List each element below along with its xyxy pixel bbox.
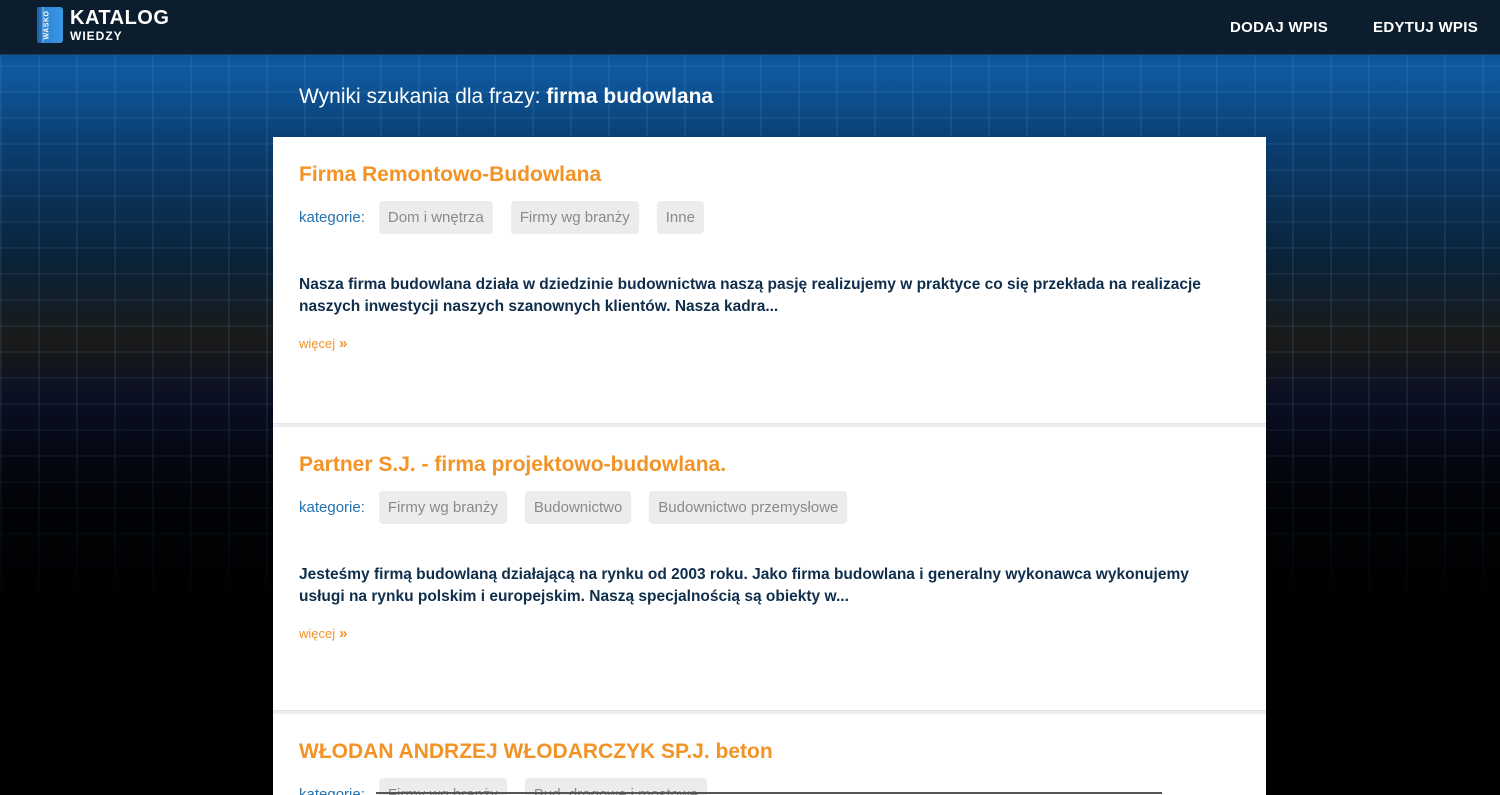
- category-chip[interactable]: Firmy wg branży: [510, 201, 639, 234]
- more-link[interactable]: więcej »: [299, 336, 347, 351]
- category-chip[interactable]: Dom i wnętrza: [378, 201, 493, 234]
- logo-line1: KATALOG: [70, 7, 170, 29]
- more-label: więcej: [299, 626, 336, 641]
- result-description: Nasza firma budowlana działa w dziedzini…: [299, 276, 1201, 315]
- category-list: kategorie: Firmy wg branży Budownictwo B…: [299, 491, 1240, 524]
- double-chevron-right-icon: »: [339, 625, 348, 642]
- more-label: więcej: [299, 336, 336, 351]
- result-description: Jesteśmy firmą budowlaną działającą na r…: [299, 566, 1189, 605]
- result-card: Firma Remontowo-Budowlana kategorie: Dom…: [273, 137, 1266, 424]
- category-chip[interactable]: Budownictwo przemysłowe: [649, 491, 848, 524]
- logo-text: KATALOG WIEDZY: [70, 8, 169, 42]
- categories-label: kategorie:: [299, 499, 365, 516]
- site-logo[interactable]: WASKO KATALOG WIEDZY: [37, 6, 169, 44]
- more-link[interactable]: więcej »: [299, 626, 347, 641]
- categories-label: kategorie:: [299, 209, 365, 226]
- nav-add-entry[interactable]: DODAJ WPIS: [1230, 19, 1328, 36]
- nav-edit-entry[interactable]: EDYTUJ WPIS: [1373, 19, 1478, 36]
- search-results-heading: Wyniki szukania dla frazy: firma budowla…: [299, 85, 713, 109]
- category-chip[interactable]: Budownictwo: [524, 491, 632, 524]
- double-chevron-right-icon: »: [339, 335, 348, 352]
- search-prefix: Wyniki szukania dla frazy:: [299, 85, 541, 108]
- main-nav: DODAJ WPIS EDYTUJ WPIS: [1185, 0, 1478, 55]
- categories-label: kategorie:: [299, 786, 365, 795]
- category-chip[interactable]: Inne: [656, 201, 704, 234]
- result-card: WŁODAN ANDRZEJ WŁODARCZYK SP.J. beton ka…: [273, 711, 1266, 795]
- result-title[interactable]: Partner S.J. - firma projektowo-budowlan…: [299, 453, 1240, 477]
- logo-line2: WIEDZY: [70, 29, 123, 43]
- logo-brand: WASKO: [43, 10, 51, 40]
- category-list: kategorie: Dom i wnętrza Firmy wg branży…: [299, 201, 1240, 234]
- scroll-divider: [376, 792, 1162, 794]
- search-phrase: firma budowlana: [546, 85, 714, 108]
- results-list: Firma Remontowo-Budowlana kategorie: Dom…: [273, 137, 1266, 795]
- result-title[interactable]: Firma Remontowo-Budowlana: [299, 163, 1240, 187]
- top-navigation-bar: WASKO KATALOG WIEDZY DODAJ WPIS EDYTUJ W…: [0, 0, 1500, 55]
- category-chip[interactable]: Firmy wg branży: [378, 491, 507, 524]
- book-logo-icon: WASKO: [37, 7, 63, 43]
- result-card: Partner S.J. - firma projektowo-budowlan…: [273, 424, 1266, 711]
- result-title[interactable]: WŁODAN ANDRZEJ WŁODARCZYK SP.J. beton: [299, 740, 1240, 764]
